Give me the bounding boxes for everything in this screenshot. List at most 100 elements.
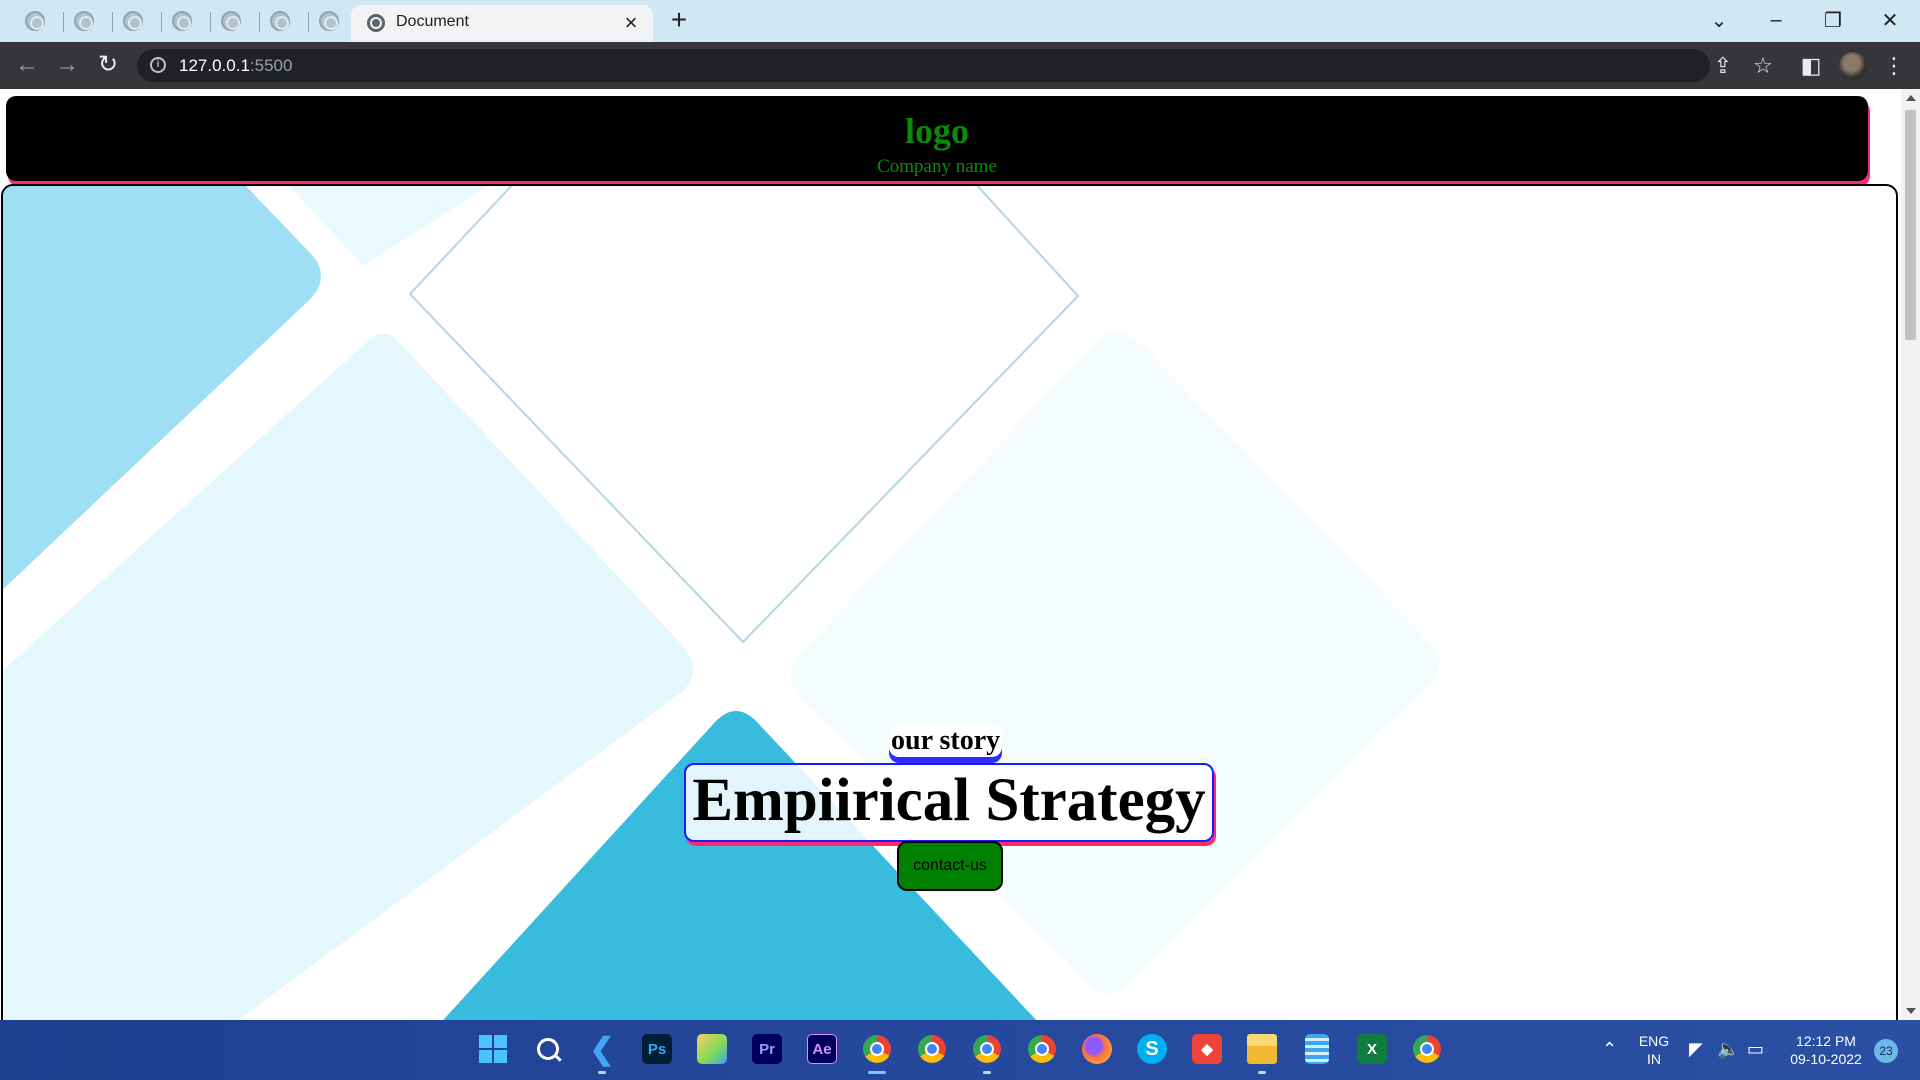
site-header: logo Company name xyxy=(6,96,1868,181)
back-button[interactable]: ← xyxy=(13,52,41,80)
chrome-icon xyxy=(918,1035,946,1063)
notification-badge[interactable]: 23 xyxy=(1874,1039,1898,1063)
taskbar-app-after-effects[interactable]: Ae xyxy=(803,1030,841,1068)
folder-icon xyxy=(1247,1034,1277,1064)
taskbar-app-notepad[interactable] xyxy=(1298,1030,1336,1068)
url-host: 127.0.0.1 xyxy=(179,56,250,75)
background-tab-7[interactable] xyxy=(304,6,353,36)
scrollbar-thumb[interactable] xyxy=(1905,110,1916,340)
url-port: :5500 xyxy=(249,56,293,75)
hero-eyebrow: our story xyxy=(889,725,1003,757)
battery-icon[interactable]: ▭ xyxy=(1747,1039,1764,1060)
language-code: ENG xyxy=(1638,1033,1670,1049)
region-code: IN xyxy=(1647,1051,1661,1067)
running-indicator xyxy=(598,1071,606,1074)
show-hidden-icons-chevron-icon[interactable]: ⌃ xyxy=(1602,1039,1617,1060)
info-icon[interactable]: i xyxy=(150,57,166,73)
skype-icon: S xyxy=(1137,1034,1167,1064)
running-indicator xyxy=(1258,1071,1266,1074)
taskbar-app-chrome-2[interactable] xyxy=(913,1030,951,1068)
clock[interactable]: 12:12 PM 09-10-2022 xyxy=(1782,1020,1870,1080)
taskbar-app-paint[interactable] xyxy=(693,1030,731,1068)
scroll-down-arrow-icon[interactable] xyxy=(1906,1008,1916,1014)
windows-taskbar: ❮ Ps Pr Ae S ◆ X ⌃ ENG IN ◤ 🔈 ▭ 12:12 PM… xyxy=(0,1020,1920,1080)
search-icon xyxy=(537,1038,562,1062)
minimize-button[interactable]: – xyxy=(1753,4,1799,36)
notepad-icon xyxy=(1305,1034,1329,1064)
after-effects-icon: Ae xyxy=(807,1034,837,1064)
taskbar-app-premiere[interactable]: Pr xyxy=(748,1030,786,1068)
side-panel-icon[interactable]: ◧ xyxy=(1797,52,1825,80)
firefox-icon xyxy=(1082,1034,1112,1064)
chrome-icon xyxy=(973,1035,1001,1063)
restore-button[interactable]: ❐ xyxy=(1810,4,1856,36)
taskbar-app-anydesk[interactable]: ◆ xyxy=(1188,1030,1226,1068)
page-scrollbar[interactable] xyxy=(1901,89,1920,1020)
active-indicator xyxy=(868,1071,886,1074)
scroll-up-arrow-icon[interactable] xyxy=(1906,95,1916,101)
browser-menu-icon[interactable]: ⋮ xyxy=(1880,52,1908,80)
forward-button[interactable]: → xyxy=(53,52,81,80)
new-tab-button[interactable]: + xyxy=(664,6,694,36)
paint-icon xyxy=(697,1034,727,1064)
photoshop-icon: Ps xyxy=(642,1034,672,1064)
globe-icon xyxy=(220,11,241,31)
browser-toolbar: ← → ↻ i 127.0.0.1:5500 ⇪ ☆ ◧ ⋮ xyxy=(0,42,1920,89)
taskbar-app-firefox[interactable] xyxy=(1078,1030,1116,1068)
globe-icon xyxy=(318,11,339,31)
taskbar-app-vscode[interactable]: ❮ xyxy=(583,1030,621,1074)
profile-avatar[interactable] xyxy=(1839,52,1867,80)
close-window-button[interactable]: ✕ xyxy=(1867,4,1913,36)
start-button[interactable] xyxy=(474,1030,512,1068)
background-tab-4[interactable] xyxy=(157,6,206,36)
background-tab-3[interactable] xyxy=(108,6,157,36)
globe-icon xyxy=(269,11,290,31)
background-tab-5[interactable] xyxy=(206,6,255,36)
bookmark-star-icon[interactable]: ☆ xyxy=(1749,52,1777,80)
volume-icon[interactable]: 🔈 xyxy=(1717,1039,1739,1060)
share-icon[interactable]: ⇪ xyxy=(1709,52,1737,80)
language-indicator[interactable]: ENG IN xyxy=(1636,1020,1672,1080)
globe-icon xyxy=(73,11,94,31)
taskbar-app-chrome-1[interactable] xyxy=(858,1030,896,1074)
tab-title: Document xyxy=(396,13,469,30)
taskbar-app-file-explorer[interactable] xyxy=(1243,1030,1281,1074)
taskbar-app-excel[interactable]: X xyxy=(1353,1030,1391,1068)
tab-close-icon[interactable]: × xyxy=(619,9,643,37)
chrome-icon xyxy=(1028,1035,1056,1063)
hero-background-image xyxy=(3,186,1440,1020)
taskbar-app-chrome-5[interactable] xyxy=(1408,1030,1446,1068)
globe-icon xyxy=(122,11,143,31)
browser-tab-strip: Document × + ⌄ – ❐ ✕ xyxy=(0,0,1920,42)
taskbar-app-skype[interactable]: S xyxy=(1133,1030,1171,1068)
wifi-icon[interactable]: ◤ xyxy=(1689,1039,1703,1060)
taskbar-search-button[interactable] xyxy=(529,1030,567,1068)
taskbar-app-chrome-4[interactable] xyxy=(1023,1030,1061,1068)
background-tab-2[interactable] xyxy=(59,6,108,36)
background-tab-6[interactable] xyxy=(255,6,304,36)
hero-section xyxy=(1,184,1898,1020)
running-indicator xyxy=(983,1071,991,1074)
taskbar-app-photoshop[interactable]: Ps xyxy=(638,1030,676,1068)
chrome-icon xyxy=(863,1035,891,1063)
active-tab[interactable]: Document × xyxy=(351,5,653,42)
background-tab-1[interactable] xyxy=(10,6,59,36)
taskbar-app-chrome-3[interactable] xyxy=(968,1030,1006,1074)
globe-icon xyxy=(24,11,45,31)
company-name: Company name xyxy=(877,156,997,177)
hero-title: Empiirical Strategy xyxy=(684,763,1214,842)
page-viewport: logo Company name our story Empiirical S… xyxy=(0,89,1901,1020)
chrome-icon xyxy=(1413,1035,1441,1063)
reload-button[interactable]: ↻ xyxy=(94,52,122,80)
clock-time: 12:12 PM xyxy=(1796,1033,1856,1049)
contact-us-button[interactable]: contact-us xyxy=(897,841,1003,891)
windows-logo-icon xyxy=(479,1035,507,1063)
anydesk-icon: ◆ xyxy=(1192,1034,1222,1064)
url-text[interactable]: 127.0.0.1:5500 xyxy=(179,56,292,76)
vscode-icon: ❮ xyxy=(589,1032,615,1066)
excel-icon: X xyxy=(1357,1034,1387,1064)
tab-search-button[interactable]: ⌄ xyxy=(1696,4,1742,36)
address-bar[interactable]: i 127.0.0.1:5500 xyxy=(137,49,1710,82)
globe-icon xyxy=(367,14,385,32)
logo-text[interactable]: logo xyxy=(6,110,1868,152)
